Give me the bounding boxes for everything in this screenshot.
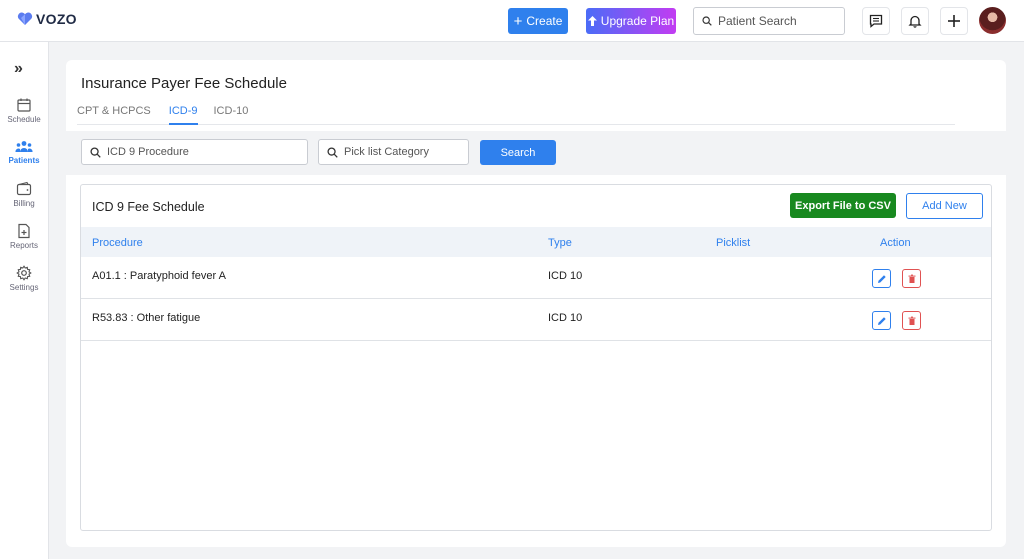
sidebar: » Schedule Patients Billing Reports Sett…	[0, 42, 49, 559]
tab-bar: CPT & HCPCS ICD-9 ICD-10	[77, 105, 955, 125]
table-row: A01.1 : Paratyphoid fever A ICD 10	[81, 257, 991, 299]
arrow-up-icon	[587, 16, 597, 26]
search-icon	[327, 146, 338, 158]
procedure-search-input[interactable]	[107, 146, 287, 158]
upgrade-label: Upgrade Plan	[600, 14, 675, 28]
notifications-button[interactable]	[901, 7, 929, 35]
plus-icon	[948, 15, 960, 27]
message-icon	[869, 14, 883, 28]
report-icon	[18, 223, 30, 239]
search-icon	[702, 16, 712, 26]
user-avatar[interactable]	[979, 7, 1006, 34]
tab-cpt-hcpcs[interactable]: CPT & HCPCS	[77, 105, 159, 125]
panel-title: ICD 9 Fee Schedule	[92, 200, 205, 214]
brand-name: VOZO	[36, 11, 77, 27]
tab-icd-9[interactable]: ICD-9	[168, 105, 198, 125]
sidebar-item-label: Schedule	[7, 115, 41, 124]
column-header-type[interactable]: Type	[548, 237, 572, 249]
column-header-picklist[interactable]: Picklist	[716, 237, 750, 249]
calendar-icon	[17, 98, 31, 112]
sidebar-item-settings[interactable]: Settings	[0, 265, 48, 292]
type-cell: ICD 10	[548, 270, 583, 282]
sidebar-item-label: Billing	[13, 199, 35, 208]
pencil-icon	[877, 316, 886, 325]
sidebar-item-patients[interactable]: Patients	[0, 140, 48, 165]
tab-icd-10[interactable]: ICD-10	[214, 105, 257, 125]
sidebar-item-schedule[interactable]: Schedule	[0, 97, 48, 124]
patients-icon	[15, 141, 33, 152]
export-csv-button[interactable]: Export File to CSV	[790, 193, 896, 218]
main-card: Insurance Payer Fee Schedule CPT & HCPCS…	[66, 60, 1006, 547]
upgrade-plan-button[interactable]: Upgrade Plan	[586, 8, 676, 34]
column-header-procedure[interactable]: Procedure	[92, 237, 143, 249]
edit-button[interactable]	[872, 311, 891, 330]
sidebar-item-label: Patients	[8, 156, 40, 165]
search-button[interactable]: Search	[480, 140, 556, 165]
table-row: R53.83 : Other fatigue ICD 10	[81, 299, 991, 341]
vozo-logo[interactable]: VOZO	[17, 11, 77, 27]
delete-button[interactable]	[902, 269, 921, 288]
sidebar-item-reports[interactable]: Reports	[0, 223, 48, 250]
search-icon	[90, 146, 101, 158]
patient-search[interactable]	[693, 7, 845, 35]
column-header-action: Action	[880, 237, 911, 249]
add-new-button[interactable]: Add New	[906, 193, 983, 219]
bell-icon	[908, 15, 922, 28]
pencil-icon	[877, 274, 886, 283]
type-cell: ICD 10	[548, 312, 583, 324]
trash-icon	[908, 316, 915, 325]
edit-button[interactable]	[872, 269, 891, 288]
sidebar-item-label: Settings	[9, 283, 39, 292]
trash-icon	[908, 274, 915, 283]
wallet-icon	[16, 181, 32, 196]
procedure-search-field[interactable]	[81, 139, 308, 165]
expand-sidebar-icon[interactable]: »	[14, 60, 23, 78]
table-header: Procedure Type Picklist Action	[81, 227, 991, 257]
top-bar: VOZO + Create Upgrade Plan	[0, 0, 1024, 42]
gear-icon	[16, 265, 32, 281]
procedure-cell: R53.83 : Other fatigue	[92, 312, 201, 324]
sidebar-item-billing[interactable]: Billing	[0, 181, 48, 208]
picklist-category-field[interactable]	[318, 139, 469, 165]
heart-logo-icon	[17, 12, 33, 25]
delete-button[interactable]	[902, 311, 921, 330]
add-button[interactable]	[940, 7, 968, 35]
sidebar-item-label: Reports	[9, 241, 38, 250]
patient-search-input[interactable]	[718, 14, 838, 28]
messages-button[interactable]	[862, 7, 890, 35]
picklist-category-input[interactable]	[344, 146, 464, 158]
procedure-cell: A01.1 : Paratyphoid fever A	[92, 270, 226, 282]
fee-schedule-panel: ICD 9 Fee Schedule Export File to CSV Ad…	[80, 184, 992, 531]
plus-icon: +	[513, 12, 523, 30]
create-button[interactable]: + Create	[508, 8, 568, 34]
create-label: Create	[526, 14, 563, 28]
page-title: Insurance Payer Fee Schedule	[81, 75, 287, 92]
